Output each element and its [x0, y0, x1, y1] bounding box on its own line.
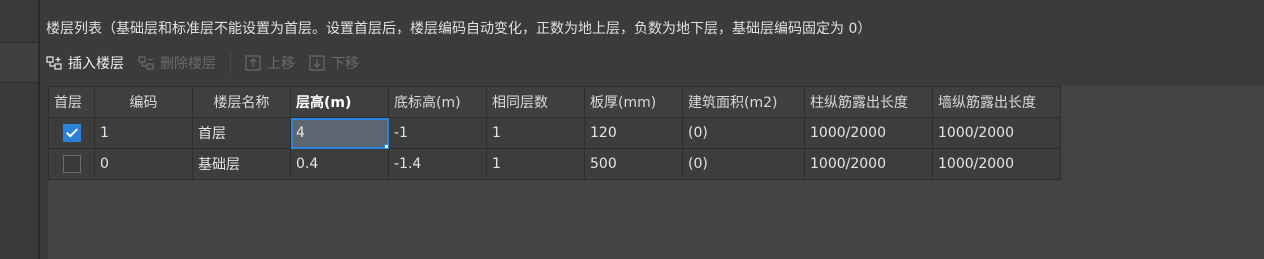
table-row[interactable]: 0 基础层 0.4 -1.4 1 500 (0) 1000/2000 1000/…: [48, 148, 1061, 180]
slab-thickness-cell[interactable]: 120: [584, 117, 683, 149]
arrow-down-icon: [309, 55, 325, 71]
wall-rebar-cell[interactable]: 1000/2000: [932, 117, 1061, 149]
wall-rebar-cell[interactable]: 1000/2000: [932, 148, 1061, 180]
floor-table: 首层 编码 楼层名称 层高(m) 底标高(m) 相同层数 板厚(mm) 建筑面积…: [48, 86, 1061, 180]
panel-title: 楼层列表（基础层和标准层不能设置为首层。设置首层后，楼层编码自动变化，正数为地上…: [46, 21, 872, 37]
left-panel: [0, 0, 38, 259]
name-cell[interactable]: 首层: [192, 117, 291, 149]
column-header[interactable]: 建筑面积(m2): [682, 86, 805, 118]
floor-list-panel: 楼层列表（基础层和标准层不能设置为首层。设置首层后，楼层编码自动变化，正数为地上…: [40, 0, 1264, 259]
column-header[interactable]: 墙纵筋露出长度: [932, 86, 1061, 118]
column-header[interactable]: 编码: [94, 86, 193, 118]
height-cell[interactable]: 0.4: [290, 148, 389, 180]
bottom-elevation-cell[interactable]: -1.4: [388, 148, 487, 180]
column-header[interactable]: 首层: [48, 86, 95, 118]
first-floor-cell[interactable]: [48, 148, 95, 180]
name-cell[interactable]: 基础层: [192, 148, 291, 180]
bottom-elevation-cell[interactable]: -1: [388, 117, 487, 149]
column-header[interactable]: 板厚(mm): [584, 86, 683, 118]
delete-floor-button[interactable]: 删除楼层: [138, 48, 216, 78]
arrow-up-icon: [245, 55, 261, 71]
column-rebar-cell[interactable]: 1000/2000: [804, 148, 933, 180]
toolbar: 插入楼层 删除楼层 上移 下移: [46, 48, 1264, 78]
column-header[interactable]: 柱纵筋露出长度: [804, 86, 933, 118]
code-cell[interactable]: 0: [94, 148, 193, 180]
move-up-label: 上移: [267, 56, 295, 72]
column-header[interactable]: 相同层数: [486, 86, 585, 118]
area-cell[interactable]: (0): [682, 117, 805, 149]
toolbar-separator: [230, 52, 231, 74]
move-down-button[interactable]: 下移: [309, 48, 359, 78]
move-up-button[interactable]: 上移: [245, 48, 295, 78]
first-floor-checkbox[interactable]: [62, 155, 81, 173]
first-floor-checkbox[interactable]: [62, 124, 81, 142]
move-down-label: 下移: [331, 56, 359, 72]
column-header[interactable]: 楼层名称: [192, 86, 291, 118]
table-row[interactable]: 1 首层 4 -1 1 120 (0) 1000/2000 1000/2000: [48, 117, 1061, 149]
height-cell[interactable]: 4: [290, 117, 389, 149]
area-cell[interactable]: (0): [682, 148, 805, 180]
same-count-cell[interactable]: 1: [486, 117, 585, 149]
code-cell[interactable]: 1: [94, 117, 193, 149]
insert-floor-button[interactable]: 插入楼层: [46, 48, 124, 78]
first-floor-cell[interactable]: [48, 117, 95, 149]
same-count-cell[interactable]: 1: [486, 148, 585, 180]
column-rebar-cell[interactable]: 1000/2000: [804, 117, 933, 149]
delete-floor-icon: [138, 55, 154, 71]
column-header[interactable]: 底标高(m): [388, 86, 487, 118]
floor-table-container: 首层 编码 楼层名称 层高(m) 底标高(m) 相同层数 板厚(mm) 建筑面积…: [48, 86, 1264, 259]
table-header-row: 首层 编码 楼层名称 层高(m) 底标高(m) 相同层数 板厚(mm) 建筑面积…: [48, 86, 1061, 118]
insert-floor-label: 插入楼层: [68, 56, 124, 72]
left-panel-strip: [0, 42, 38, 83]
column-header[interactable]: 层高(m): [290, 86, 389, 118]
slab-thickness-cell[interactable]: 500: [584, 148, 683, 180]
delete-floor-label: 删除楼层: [160, 56, 216, 72]
insert-floor-icon: [46, 55, 62, 71]
